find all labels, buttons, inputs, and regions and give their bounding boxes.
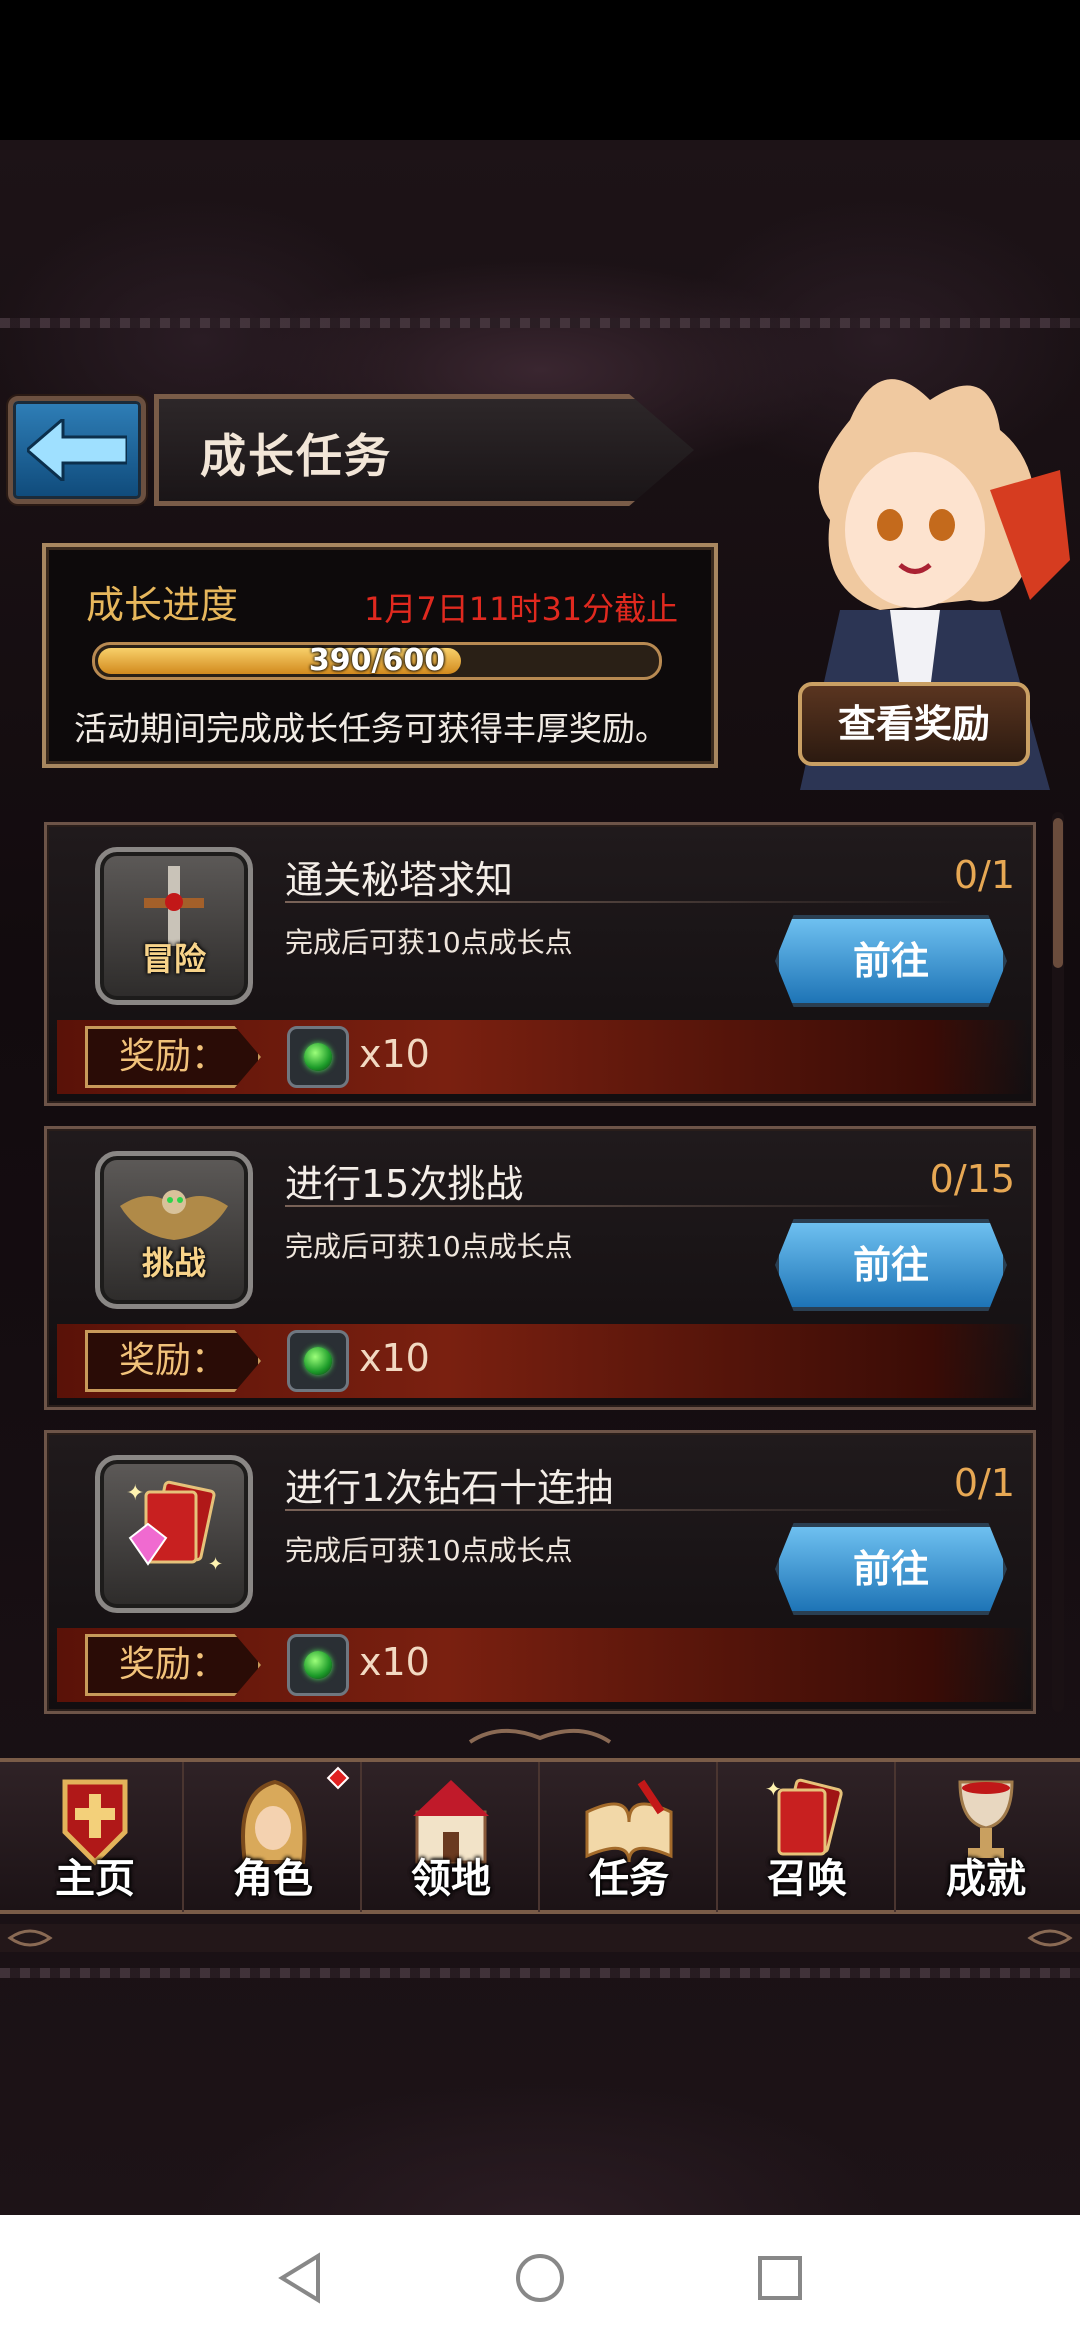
status-bar-area xyxy=(0,0,1080,140)
task-count: 0/1 xyxy=(953,853,1015,897)
task-card: 挑战 进行15次挑战 0/15 完成后可获10点成长点 前往 奖励： x10 xyxy=(44,1126,1036,1410)
home-circle-icon[interactable] xyxy=(512,2250,568,2306)
divider xyxy=(285,1509,965,1511)
nav-summon[interactable]: ✦ 召唤 xyxy=(720,1762,896,1912)
task-count: 0/15 xyxy=(929,1157,1015,1201)
decorative-band xyxy=(0,1968,1080,1978)
reward-strip: 奖励： x10 xyxy=(57,1324,1029,1398)
recents-square-icon[interactable] xyxy=(752,2250,808,2306)
nav-achievement[interactable]: 成就 xyxy=(898,1762,1074,1912)
task-title: 进行15次挑战 xyxy=(285,1162,524,1206)
task-description: 完成后可获10点成长点 xyxy=(285,1534,573,1567)
adventure-sword-icon: 冒险 xyxy=(95,847,253,1005)
nav-quest[interactable]: 任务 xyxy=(542,1762,718,1912)
go-button[interactable]: 前往 xyxy=(775,915,1007,1007)
svg-text:✦: ✦ xyxy=(126,1481,144,1506)
green-gem-icon[interactable] xyxy=(287,1330,349,1392)
view-rewards-button[interactable]: 查看奖励 xyxy=(798,682,1030,766)
svg-text:✦: ✦ xyxy=(765,1777,782,1801)
reward-quantity: x10 xyxy=(359,1640,430,1684)
deadline-text: 1月7日11时31分截止 xyxy=(364,590,679,628)
reward-label: 奖励： xyxy=(85,1330,261,1392)
task-description: 完成后可获10点成长点 xyxy=(285,926,573,959)
back-button[interactable] xyxy=(8,396,146,504)
reward-quantity: x10 xyxy=(359,1336,430,1380)
green-gem-icon[interactable] xyxy=(287,1634,349,1696)
task-card: ✦ ✦ 进行1次钻石十连抽 0/1 完成后可获10点成长点 前往 奖励： x10 xyxy=(44,1430,1036,1714)
task-title: 进行1次钻石十连抽 xyxy=(285,1466,614,1510)
svg-text:✦: ✦ xyxy=(208,1554,223,1575)
go-button[interactable]: 前往 xyxy=(775,1219,1007,1311)
go-button[interactable]: 前往 xyxy=(775,1523,1007,1615)
task-count: 0/1 xyxy=(953,1461,1015,1505)
reward-label: 奖励： xyxy=(85,1634,261,1696)
nav-territory[interactable]: 领地 xyxy=(364,1762,540,1912)
arrow-left-icon xyxy=(27,419,127,481)
scrollbar-thumb[interactable] xyxy=(1053,818,1063,968)
divider xyxy=(285,1205,965,1207)
nav-home[interactable]: 主页 xyxy=(8,1762,184,1912)
reward-quantity: x10 xyxy=(359,1032,430,1076)
diamond-cards-icon: ✦ ✦ xyxy=(95,1455,253,1613)
green-gem-icon[interactable] xyxy=(287,1026,349,1088)
back-triangle-icon[interactable] xyxy=(272,2250,328,2306)
page-title: 成长任务 xyxy=(200,429,392,483)
task-description: 完成后可获10点成长点 xyxy=(285,1230,573,1263)
task-title: 通关秘塔求知 xyxy=(285,858,514,902)
ornament-icon xyxy=(0,1924,1080,1952)
cards-gem-icon: ✦ ✦ xyxy=(126,1480,223,1575)
reward-label: 奖励： xyxy=(85,1026,261,1088)
decorative-band xyxy=(0,318,1080,328)
ornament-icon xyxy=(468,1728,612,1744)
task-card: 冒险 通关秘塔求知 0/1 完成后可获10点成长点 前往 奖励： x10 xyxy=(44,822,1036,1106)
challenge-eagle-icon: 挑战 xyxy=(95,1151,253,1309)
reward-strip: 奖励： x10 xyxy=(57,1020,1029,1094)
progress-value: 390/600 xyxy=(308,643,446,678)
reward-strip: 奖励： x10 xyxy=(57,1628,1029,1702)
progress-description: 活动期间完成成长任务可获得丰厚奖励。 xyxy=(74,709,668,748)
divider xyxy=(285,901,965,903)
progress-label: 成长进度 xyxy=(86,583,239,627)
